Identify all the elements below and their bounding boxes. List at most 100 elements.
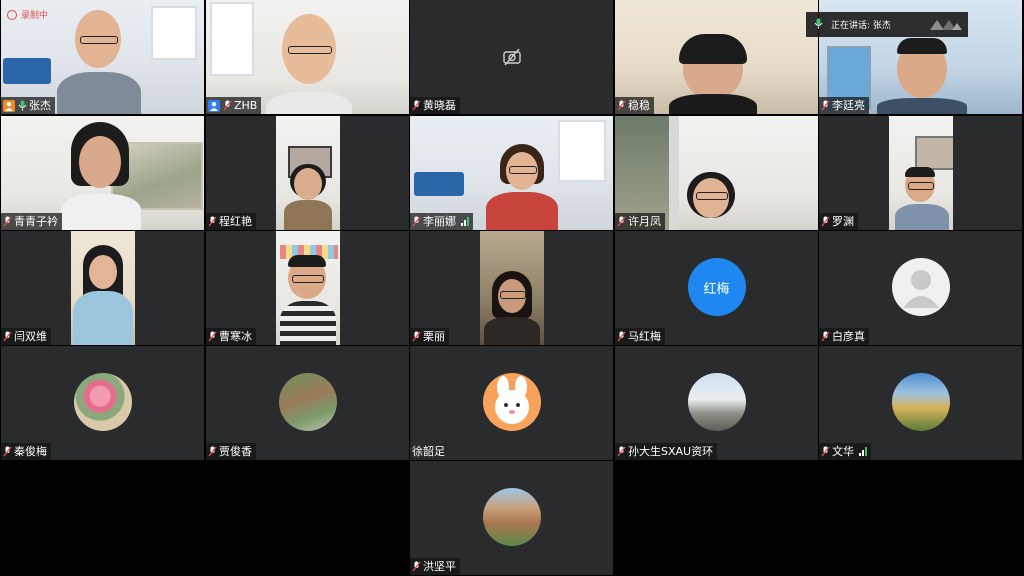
video-tile-sundasheng[interactable]: 孙大生SXAU资环 <box>615 346 818 460</box>
participant-label: ZHB <box>206 97 262 114</box>
mic-muted-icon <box>412 216 421 227</box>
participant-label: 栗丽 <box>410 328 449 345</box>
mic-muted-icon <box>821 331 830 342</box>
participant-name: 黄晓磊 <box>423 99 456 112</box>
participant-name: 白彦真 <box>832 330 865 343</box>
video-tile-chenghongyan[interactable]: 程红艳 <box>206 116 409 230</box>
participant-name: 孙大生SXAU资环 <box>628 445 714 458</box>
participant-name: 罗渊 <box>832 215 854 228</box>
video-tile-lili[interactable]: 栗丽 <box>410 231 613 345</box>
participant-name: 秦俊梅 <box>14 445 47 458</box>
video-tile-hongjianping[interactable]: 洪坚平 <box>410 461 613 575</box>
video-tile-wenhua[interactable]: 文华 <box>819 346 1022 460</box>
flower-avatar-icon <box>73 373 132 431</box>
participant-name: 稳稳 <box>628 99 650 112</box>
participant-name: 李丽娜 <box>423 215 456 228</box>
mic-muted-icon <box>208 331 217 342</box>
video-tile-zhb[interactable]: ZHB <box>206 0 409 114</box>
app-logo-icon <box>928 18 962 32</box>
video-tile-mahongmei[interactable]: 红梅 马红梅 <box>615 231 818 345</box>
mic-active-icon <box>18 100 27 111</box>
participant-label: 青青子衿 <box>1 213 62 230</box>
participant-label: 白彦真 <box>819 328 869 345</box>
mic-muted-icon <box>412 331 421 342</box>
participant-name: 马红梅 <box>628 330 661 343</box>
host-icon <box>3 99 15 112</box>
participant-name: 青青子衿 <box>14 215 58 228</box>
participant-label: 文华 <box>819 443 871 460</box>
video-tile-luoyuan[interactable]: 罗渊 <box>819 116 1022 230</box>
mic-muted-icon <box>821 216 830 227</box>
camera-feed <box>480 231 544 345</box>
participant-label: 李廷亮 <box>819 97 869 114</box>
participant-label: 李丽娜 <box>410 213 473 230</box>
participant-name: 文华 <box>832 445 854 458</box>
mic-active-icon <box>814 18 823 32</box>
participant-name: 栗丽 <box>423 330 445 343</box>
video-tile-huangxiaolei[interactable]: 黄晓磊 <box>410 0 613 114</box>
mic-muted-icon <box>3 216 12 227</box>
participant-name: 许月凤 <box>628 215 661 228</box>
recording-indicator: 录制中 <box>7 8 48 21</box>
participant-name: 李廷亮 <box>832 99 865 112</box>
camera-feed <box>889 116 953 230</box>
mic-muted-icon <box>821 100 830 111</box>
mic-muted-icon <box>3 446 12 457</box>
participant-label: 罗渊 <box>819 213 858 230</box>
video-tile-lilina[interactable]: 李丽娜 <box>410 116 613 230</box>
video-tile-xuyuefeng[interactable]: 许月凤 <box>615 116 818 230</box>
mic-muted-icon <box>617 331 626 342</box>
participant-label: 曹寒冰 <box>206 328 256 345</box>
video-tile-jiajunxiang[interactable]: 贾俊香 <box>206 346 409 460</box>
default-user-avatar-icon <box>891 258 950 316</box>
participant-name: ZHB <box>234 99 258 112</box>
camera-feed <box>276 231 340 345</box>
landscape-avatar-icon <box>687 373 746 431</box>
participant-name: 闫双维 <box>14 330 47 343</box>
participant-name: 徐韶足 <box>412 445 445 458</box>
garden-avatar-icon <box>278 373 337 431</box>
avatar: 红梅 <box>687 258 746 316</box>
active-speaker-text: 正在讲话: 张杰 <box>831 21 891 31</box>
participant-name: 程红艳 <box>219 215 252 228</box>
participant-label: 马红梅 <box>615 328 665 345</box>
mic-muted-icon <box>412 100 421 111</box>
mic-muted-icon <box>3 331 12 342</box>
camera-feed <box>71 231 135 345</box>
camera-feed <box>276 116 340 230</box>
participant-label: 稳稳 <box>615 97 654 114</box>
participant-name: 曹寒冰 <box>219 330 252 343</box>
participant-label: 孙大生SXAU资环 <box>615 443 718 460</box>
mic-muted-icon <box>412 561 421 572</box>
video-tile-zhangjie[interactable]: 录制中 张杰 <box>1 0 204 114</box>
participant-label: 闫双维 <box>1 328 51 345</box>
video-tile-caohanbing[interactable]: 曹寒冰 <box>206 231 409 345</box>
video-tile-xushaozu[interactable]: 徐韶足 <box>410 346 613 460</box>
video-tile-qingqingzijin[interactable]: 青青子衿 <box>1 116 204 230</box>
participant-label: 徐韶足 <box>410 443 449 460</box>
bunny-cartoon-avatar-icon <box>482 373 541 431</box>
participant-label: 贾俊香 <box>206 443 256 460</box>
canyon-avatar-icon <box>482 488 541 546</box>
video-tile-wenwen[interactable]: 稳稳 <box>615 0 818 114</box>
active-speaker-banner: 正在讲话: 张杰 <box>806 12 968 37</box>
signal-strength-icon <box>461 217 469 226</box>
video-tile-baiyanzhen[interactable]: 白彦真 <box>819 231 1022 345</box>
video-tile-yanshuangwei[interactable]: 闫双维 <box>1 231 204 345</box>
video-tile-qinjunmei[interactable]: 秦俊梅 <box>1 346 204 460</box>
mic-muted-icon <box>208 446 217 457</box>
camera-off-icon <box>502 48 522 70</box>
participant-name: 张杰 <box>29 99 51 112</box>
participant-label: 许月凤 <box>615 213 665 230</box>
mic-muted-icon <box>617 100 626 111</box>
mic-muted-icon <box>208 216 217 227</box>
avatar-initials: 红梅 <box>703 281 730 297</box>
mic-muted-icon <box>223 100 232 111</box>
participant-name: 贾俊香 <box>219 445 252 458</box>
participant-name: 洪坚平 <box>423 560 456 573</box>
host-icon <box>208 99 220 112</box>
mic-muted-icon <box>617 216 626 227</box>
participant-label: 洪坚平 <box>410 558 460 575</box>
participant-label: 张杰 <box>1 97 55 114</box>
participant-label: 黄晓磊 <box>410 97 460 114</box>
